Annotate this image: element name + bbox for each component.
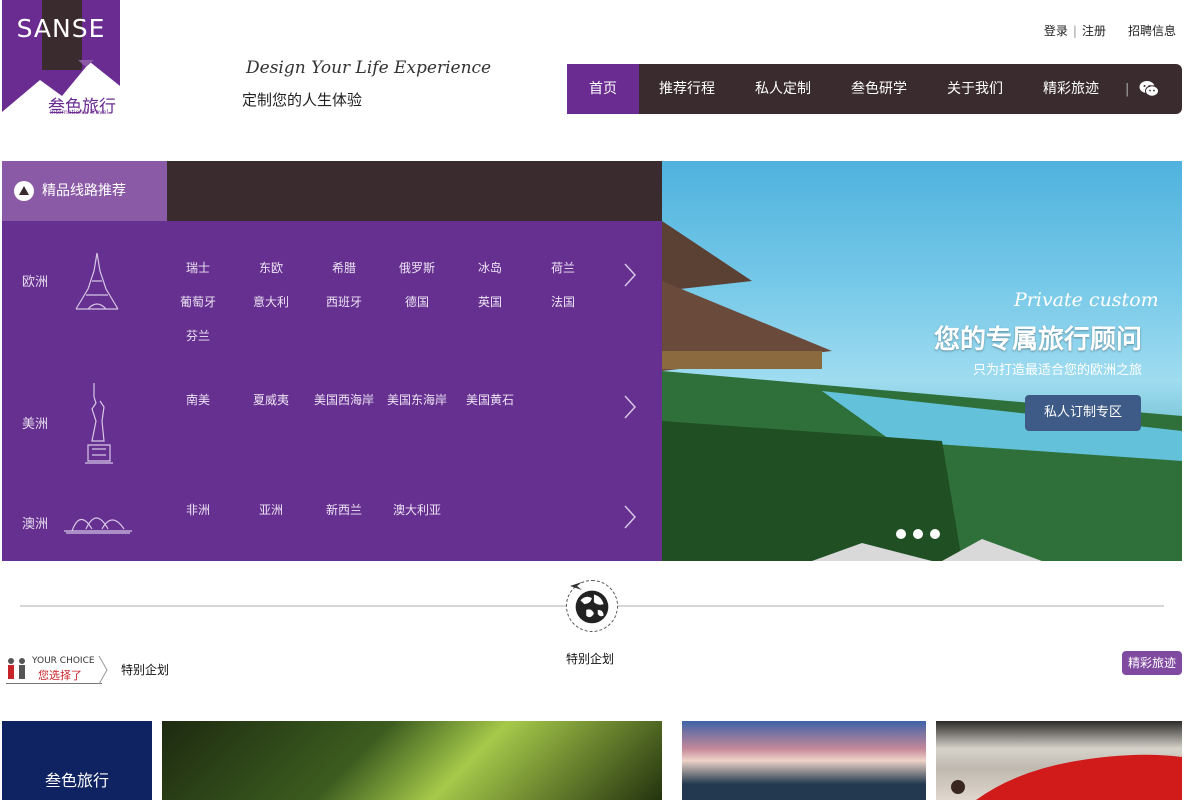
dest-switzerland[interactable]: 瑞士 <box>162 259 234 276</box>
photo-tile-leaf[interactable] <box>162 721 662 800</box>
nav-custom[interactable]: 私人定制 <box>735 64 831 114</box>
dest-germany[interactable]: 德国 <box>381 293 453 310</box>
tagline-chinese: 定制您的人生体验 <box>242 91 363 109</box>
photo-tile-red-fabric[interactable] <box>936 721 1182 800</box>
dest-italy[interactable]: 意大利 <box>235 293 307 310</box>
menu-notch <box>78 60 94 67</box>
brand-tile[interactable]: 叁色旅行 <box>2 721 152 800</box>
nav-separator: | <box>1125 81 1130 97</box>
nav-stories[interactable]: 精彩旅迹 <box>1023 64 1119 114</box>
dest-uk[interactable]: 英国 <box>454 293 526 310</box>
dest-iceland[interactable]: 冰岛 <box>454 259 526 276</box>
dest-australia[interactable]: 澳大利亚 <box>381 501 453 518</box>
eiffel-tower-icon <box>75 252 119 310</box>
carousel-dot-1[interactable] <box>896 529 906 539</box>
top-links: 登录 | 注册 招聘信息 <box>1044 22 1176 39</box>
your-choice-underline <box>6 683 102 684</box>
logo[interactable]: SANSE 叁色旅行 International Travel <box>2 0 120 118</box>
dest-africa[interactable]: 非洲 <box>162 501 234 518</box>
dest-eastern-europe[interactable]: 东欧 <box>235 259 307 276</box>
jobs-link[interactable]: 招聘信息 <box>1128 22 1176 39</box>
section-title: 特别企划 <box>121 663 170 677</box>
banner-subtitle: 只为打造最适合您的欧洲之旅 <box>972 363 1142 378</box>
dest-netherlands[interactable]: 荷兰 <box>527 259 599 276</box>
chevron-right-icon[interactable] <box>622 394 638 420</box>
region-label-europe: 欧洲 <box>22 275 49 290</box>
brand-tile-text: 叁色旅行 <box>44 771 109 790</box>
sydney-opera-house-icon <box>64 517 132 534</box>
login-link[interactable]: 登录 <box>1044 22 1068 39</box>
up-arrow-icon <box>14 181 34 201</box>
dest-new-zealand[interactable]: 新西兰 <box>308 501 380 518</box>
people-icon <box>8 658 25 679</box>
carousel-dots <box>896 529 940 539</box>
dest-asia[interactable]: 亚洲 <box>235 501 307 518</box>
your-choice-english: YOUR CHOICE <box>32 656 95 666</box>
private-custom-button[interactable]: 私人订制专区 <box>1025 395 1141 431</box>
dest-south-america[interactable]: 南美 <box>162 391 234 408</box>
route-menu: 欧洲 瑞士 东欧 希腊 俄罗斯 冰岛 荷兰 葡萄牙 意大利 西班牙 德国 英国 … <box>2 221 662 561</box>
dest-spain[interactable]: 西班牙 <box>308 293 380 310</box>
hero-banner[interactable]: Private custom 您的专属旅行顾问 只为打造最适合您的欧洲之旅 私人… <box>662 161 1182 561</box>
statue-of-liberty-icon <box>85 383 113 464</box>
wechat-icon[interactable] <box>1139 80 1160 98</box>
dest-france[interactable]: 法国 <box>527 293 599 310</box>
route-menu-header: 精品线路推荐 <box>2 161 662 221</box>
dest-us-east-coast[interactable]: 美国东海岸 <box>381 391 453 408</box>
dest-greece[interactable]: 希腊 <box>308 259 380 276</box>
chevron-right-icon[interactable] <box>622 262 638 288</box>
nav-home[interactable]: 首页 <box>567 64 639 114</box>
airplane-icon <box>570 582 582 590</box>
tagline-english: Design Your Life Experience <box>246 58 492 78</box>
your-choice-badge: YOUR CHOICE 您选择了 <box>2 655 112 689</box>
dest-hawaii[interactable]: 夏威夷 <box>235 391 307 408</box>
main-nav: 首页 推荐行程 私人定制 叁色研学 关于我们 精彩旅迹 | <box>567 64 1182 114</box>
carousel-dot-2[interactable] <box>913 529 923 539</box>
route-menu-heading: 精品线路推荐 <box>42 183 126 199</box>
logo-en: International Travel <box>50 109 109 116</box>
dest-us-west-coast[interactable]: 美国西海岸 <box>308 391 380 408</box>
nav-about[interactable]: 关于我们 <box>927 64 1023 114</box>
logo-brand: SANSE <box>16 14 106 43</box>
route-menu-tab[interactable]: 精品线路推荐 <box>2 161 167 221</box>
dest-russia[interactable]: 俄罗斯 <box>381 259 453 276</box>
banner-script-title: Private custom <box>1014 289 1159 311</box>
nav-recommended[interactable]: 推荐行程 <box>639 64 735 114</box>
chevron-right-icon <box>98 655 108 685</box>
red-fabric-art <box>951 754 1182 800</box>
nav-study[interactable]: 叁色研学 <box>831 64 927 114</box>
carousel-dot-3[interactable] <box>930 529 940 539</box>
your-choice-chinese: 您选择了 <box>38 669 82 682</box>
dest-portugal[interactable]: 葡萄牙 <box>162 293 234 310</box>
banner-title: 您的专属旅行顾问 <box>933 325 1142 355</box>
register-link[interactable]: 注册 <box>1082 22 1106 39</box>
stories-tag-button[interactable]: 精彩旅迹 <box>1122 651 1182 675</box>
link-divider: | <box>1072 23 1077 38</box>
center-section-title: 特别企划 <box>566 652 615 666</box>
dest-yellowstone[interactable]: 美国黄石 <box>454 391 526 408</box>
dest-finland[interactable]: 芬兰 <box>162 327 234 344</box>
region-label-oceania: 澳洲 <box>22 517 49 532</box>
photo-tile-mountains[interactable] <box>682 721 926 800</box>
chevron-right-icon[interactable] <box>622 504 638 530</box>
region-label-americas: 美洲 <box>22 417 49 432</box>
